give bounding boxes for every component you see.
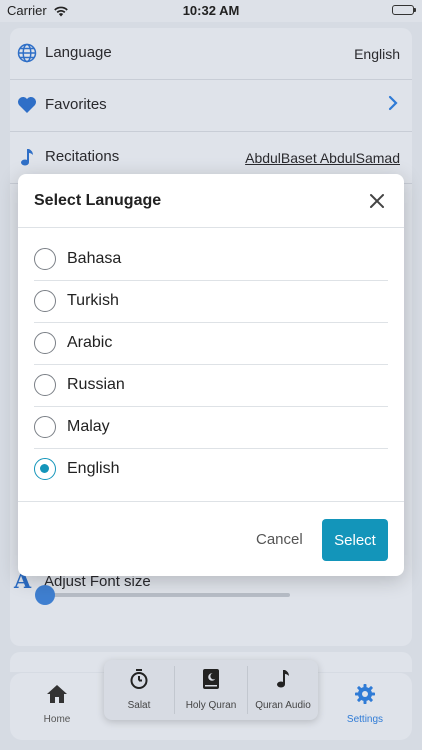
book-icon <box>202 668 220 690</box>
tab-home[interactable]: Home <box>10 673 104 740</box>
gear-icon <box>354 682 376 706</box>
heart-icon <box>16 94 38 116</box>
option-label: Turkish <box>67 292 119 309</box>
tab-salat[interactable]: Salat <box>104 660 174 720</box>
recitation-value-link[interactable]: AbdulBaset AbdulSamad <box>245 150 400 166</box>
language-options: Bahasa Turkish Arabic Russian Malay Engl… <box>18 239 404 490</box>
tab-label: Quran Audio <box>255 700 311 711</box>
tab-label: Settings <box>346 714 384 725</box>
clock: 10:32 AM <box>182 3 240 18</box>
stopwatch-icon <box>128 668 150 690</box>
language-option-malay[interactable]: Malay <box>34 407 388 449</box>
language-modal: Select Lanugage Bahasa Turkish Arabic Ru… <box>18 174 404 576</box>
option-label: Malay <box>67 418 110 435</box>
settings-row-favorites[interactable]: Favorites <box>10 80 412 132</box>
settings-row-label: Recitations <box>45 148 120 165</box>
radio-button[interactable] <box>34 416 56 438</box>
modal-footer: Cancel Select <box>18 501 404 577</box>
option-label: Bahasa <box>67 250 122 267</box>
radio-button[interactable] <box>34 332 56 354</box>
music-note-icon <box>16 146 38 168</box>
modal-header: Select Lanugage <box>18 174 404 228</box>
tab-settings[interactable]: Settings <box>318 673 412 740</box>
settings-row-label: Language <box>45 44 112 61</box>
tab-holy-quran[interactable]: Holy Quran <box>175 660 247 720</box>
close-icon[interactable] <box>366 190 388 212</box>
radio-button[interactable] <box>34 374 56 396</box>
tab-label: Home <box>43 714 71 725</box>
tab-label: Holy Quran <box>185 700 237 711</box>
tab-quran-audio[interactable]: Quran Audio <box>248 660 318 720</box>
tab-label: Salat <box>127 700 151 711</box>
settings-row-label: Favorites <box>45 96 107 113</box>
font-size-slider[interactable] <box>35 585 290 605</box>
option-label: Russian <box>67 376 125 393</box>
select-button[interactable]: Select <box>322 519 388 561</box>
language-option-turkish[interactable]: Turkish <box>34 281 388 323</box>
modal-title: Select Lanugage <box>34 192 162 209</box>
status-bar: Carrier 10:32 AM <box>0 0 422 22</box>
language-option-english[interactable]: English <box>34 449 388 490</box>
radio-button-selected[interactable] <box>34 458 56 480</box>
radio-button[interactable] <box>34 290 56 312</box>
chevron-right-icon <box>388 95 398 114</box>
music-note-icon <box>275 668 291 690</box>
globe-icon <box>16 42 38 64</box>
option-label: English <box>67 460 120 477</box>
home-icon <box>46 682 68 706</box>
option-label: Arabic <box>67 334 113 351</box>
slider-knob[interactable] <box>35 585 55 605</box>
cancel-button[interactable]: Cancel <box>244 519 315 561</box>
language-option-russian[interactable]: Russian <box>34 365 388 407</box>
language-option-arabic[interactable]: Arabic <box>34 323 388 365</box>
language-option-bahasa[interactable]: Bahasa <box>34 239 388 281</box>
battery-icon <box>392 5 416 15</box>
radio-button[interactable] <box>34 248 56 270</box>
floating-tab-group: Salat Holy Quran Quran Audio <box>104 660 318 720</box>
settings-row-language[interactable]: Language English <box>10 28 412 80</box>
language-value: English <box>354 46 400 62</box>
